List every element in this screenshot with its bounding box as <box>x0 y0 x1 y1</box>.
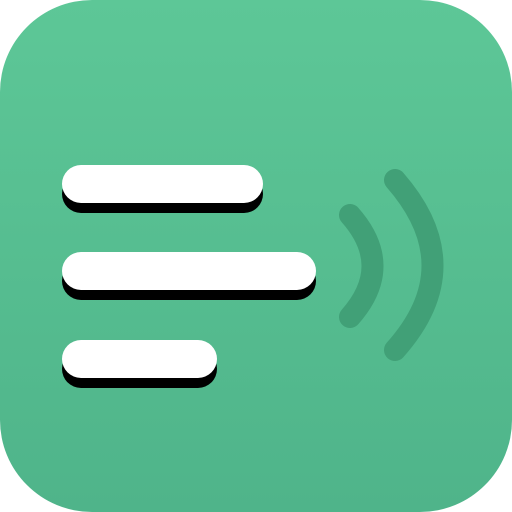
text-line-bottom <box>62 340 217 388</box>
text-line-bottom-bar <box>62 340 217 378</box>
app-icon-canvas <box>0 0 512 512</box>
text-line-middle <box>62 252 316 300</box>
text-line-middle-bar <box>62 252 316 290</box>
text-line-top-bar <box>62 165 263 203</box>
text-line-top <box>62 165 263 213</box>
text-to-speech-icon <box>0 0 512 512</box>
